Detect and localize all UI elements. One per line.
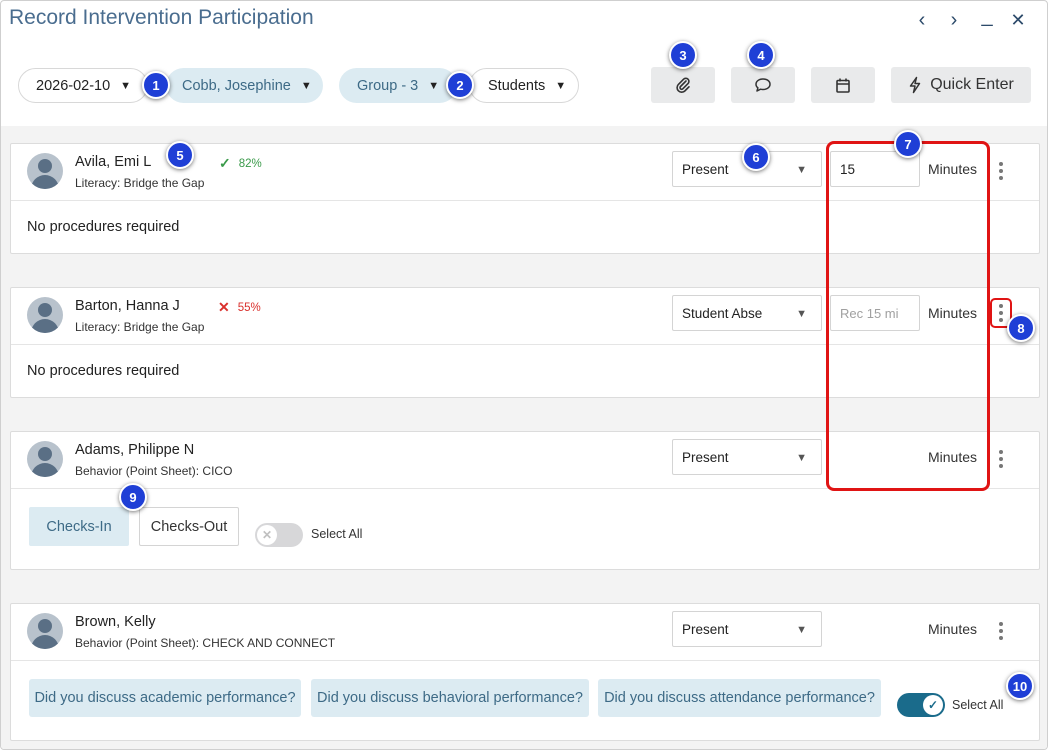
student-program: Literacy: Bridge the Gap	[75, 320, 205, 334]
callout-badge: 10	[1006, 672, 1034, 700]
student-card-header: Adams, Philippe N Behavior (Point Sheet)…	[11, 432, 1039, 489]
attendance-select[interactable]: Student Absent ▼	[672, 295, 822, 331]
student-card: Brown, Kelly Behavior (Point Sheet): CHE…	[10, 603, 1040, 741]
caret-down-icon: ▼	[796, 164, 807, 176]
student-card: Barton, Hanna J Literacy: Bridge the Gap…	[10, 287, 1040, 398]
x-icon: ✕	[257, 525, 277, 545]
caret-down-icon: ▼	[796, 624, 807, 636]
kebab-menu-icon[interactable]	[993, 445, 1009, 473]
kebab-menu-icon[interactable]	[993, 157, 1009, 185]
caret-down-icon: ▼	[555, 79, 567, 92]
quick-enter-button[interactable]: Quick Enter	[891, 67, 1031, 103]
student-card: Avila, Emi L Literacy: Bridge the Gap ✓ …	[10, 143, 1040, 254]
minimize-icon[interactable]: _	[976, 5, 998, 27]
page-title: Record Intervention Participation	[9, 6, 314, 29]
quick-enter-label: Quick Enter	[930, 76, 1014, 93]
previous-record-icon[interactable]: ‹	[911, 9, 933, 31]
callout-badge: 5	[166, 141, 194, 169]
attach-button[interactable]	[651, 67, 715, 103]
student-card: Adams, Philippe N Behavior (Point Sheet)…	[10, 431, 1040, 570]
teacher-value: Cobb, Josephine	[182, 77, 291, 94]
group-select[interactable]: Group - 3 ▼	[339, 68, 457, 103]
select-all-label: Select All	[952, 698, 1004, 712]
student-name: Adams, Philippe N	[75, 442, 195, 458]
next-record-icon[interactable]: ›	[943, 9, 965, 31]
user-avatar-icon	[27, 153, 63, 189]
minutes-label: Minutes	[928, 305, 978, 321]
attendance-select[interactable]: Present ▼	[672, 611, 822, 647]
question-behavioral-button[interactable]: Did you discuss behavioral performance?	[311, 679, 589, 717]
checks-out-button[interactable]: Checks-Out	[139, 507, 239, 546]
checks-in-button[interactable]: Checks-In	[29, 507, 129, 546]
check-icon: ✓	[923, 695, 943, 715]
minutes-input[interactable]: Rec 15 mi	[830, 295, 920, 331]
view-select[interactable]: Students ▼	[469, 68, 579, 103]
check-icon: ✓	[219, 155, 231, 171]
callout-badge: 4	[747, 41, 775, 69]
caret-down-icon: ▼	[796, 452, 807, 464]
student-name: Brown, Kelly	[75, 614, 156, 630]
select-all-toggle[interactable]: ✓	[897, 693, 945, 717]
callout-badge: 7	[894, 130, 922, 158]
student-card-header: Barton, Hanna J Literacy: Bridge the Gap…	[11, 288, 1039, 345]
student-program: Behavior (Point Sheet): CHECK AND CONNEC…	[75, 636, 336, 650]
teacher-select[interactable]: Cobb, Josephine ▼	[166, 68, 323, 103]
student-name: Avila, Emi L	[75, 154, 152, 170]
close-icon[interactable]: ✕	[1007, 9, 1029, 31]
student-program: Behavior (Point Sheet): CICO	[75, 464, 233, 478]
caret-down-icon: ▼	[796, 308, 807, 320]
student-name: Barton, Hanna J	[75, 298, 180, 314]
user-avatar-icon	[27, 297, 63, 333]
select-all-toggle[interactable]: ✕	[255, 523, 303, 547]
callout-badge: 8	[1007, 314, 1035, 342]
progress-percent: ✕ 55%	[218, 299, 261, 315]
caret-down-icon: ▼	[300, 79, 312, 92]
cross-icon: ✕	[218, 299, 230, 315]
comment-button[interactable]	[731, 67, 795, 103]
group-value: Group - 3	[357, 77, 419, 94]
callout-badge: 3	[669, 41, 697, 69]
calendar-icon	[836, 78, 850, 93]
user-avatar-icon	[27, 613, 63, 649]
paperclip-icon	[676, 77, 690, 94]
minutes-label: Minutes	[928, 161, 978, 177]
procedures-note: No procedures required	[27, 363, 180, 379]
callout-badge: 2	[446, 71, 474, 99]
callout-badge: 1	[142, 71, 170, 99]
question-attendance-button[interactable]: Did you discuss attendance performance?	[598, 679, 881, 717]
caret-down-icon: ▼	[120, 79, 132, 92]
progress-percent: ✓ 82%	[219, 155, 262, 171]
attendance-select[interactable]: Present ▼	[672, 439, 822, 475]
callout-badge: 9	[119, 483, 147, 511]
user-avatar-icon	[27, 441, 63, 477]
student-card-header: Brown, Kelly Behavior (Point Sheet): CHE…	[11, 604, 1039, 661]
speech-bubble-icon	[755, 78, 771, 92]
caret-down-icon: ▼	[428, 79, 440, 92]
app-window: Record Intervention Participation ‹ › _ …	[0, 0, 1048, 750]
minutes-label: Minutes	[928, 449, 978, 465]
student-program: Literacy: Bridge the Gap	[75, 176, 205, 190]
date-select[interactable]: 2026-02-10 ▼	[18, 68, 148, 103]
procedures-note: No procedures required	[27, 219, 180, 235]
select-all-label: Select All	[311, 527, 363, 541]
minutes-label: Minutes	[928, 621, 978, 637]
view-value: Students	[488, 77, 546, 94]
calendar-button[interactable]	[811, 67, 875, 103]
question-academic-button[interactable]: Did you discuss academic performance?	[29, 679, 301, 717]
kebab-menu-icon[interactable]	[993, 617, 1009, 645]
lightning-icon	[909, 76, 921, 94]
callout-badge: 6	[742, 143, 770, 171]
date-value: 2026-02-10	[36, 77, 111, 94]
